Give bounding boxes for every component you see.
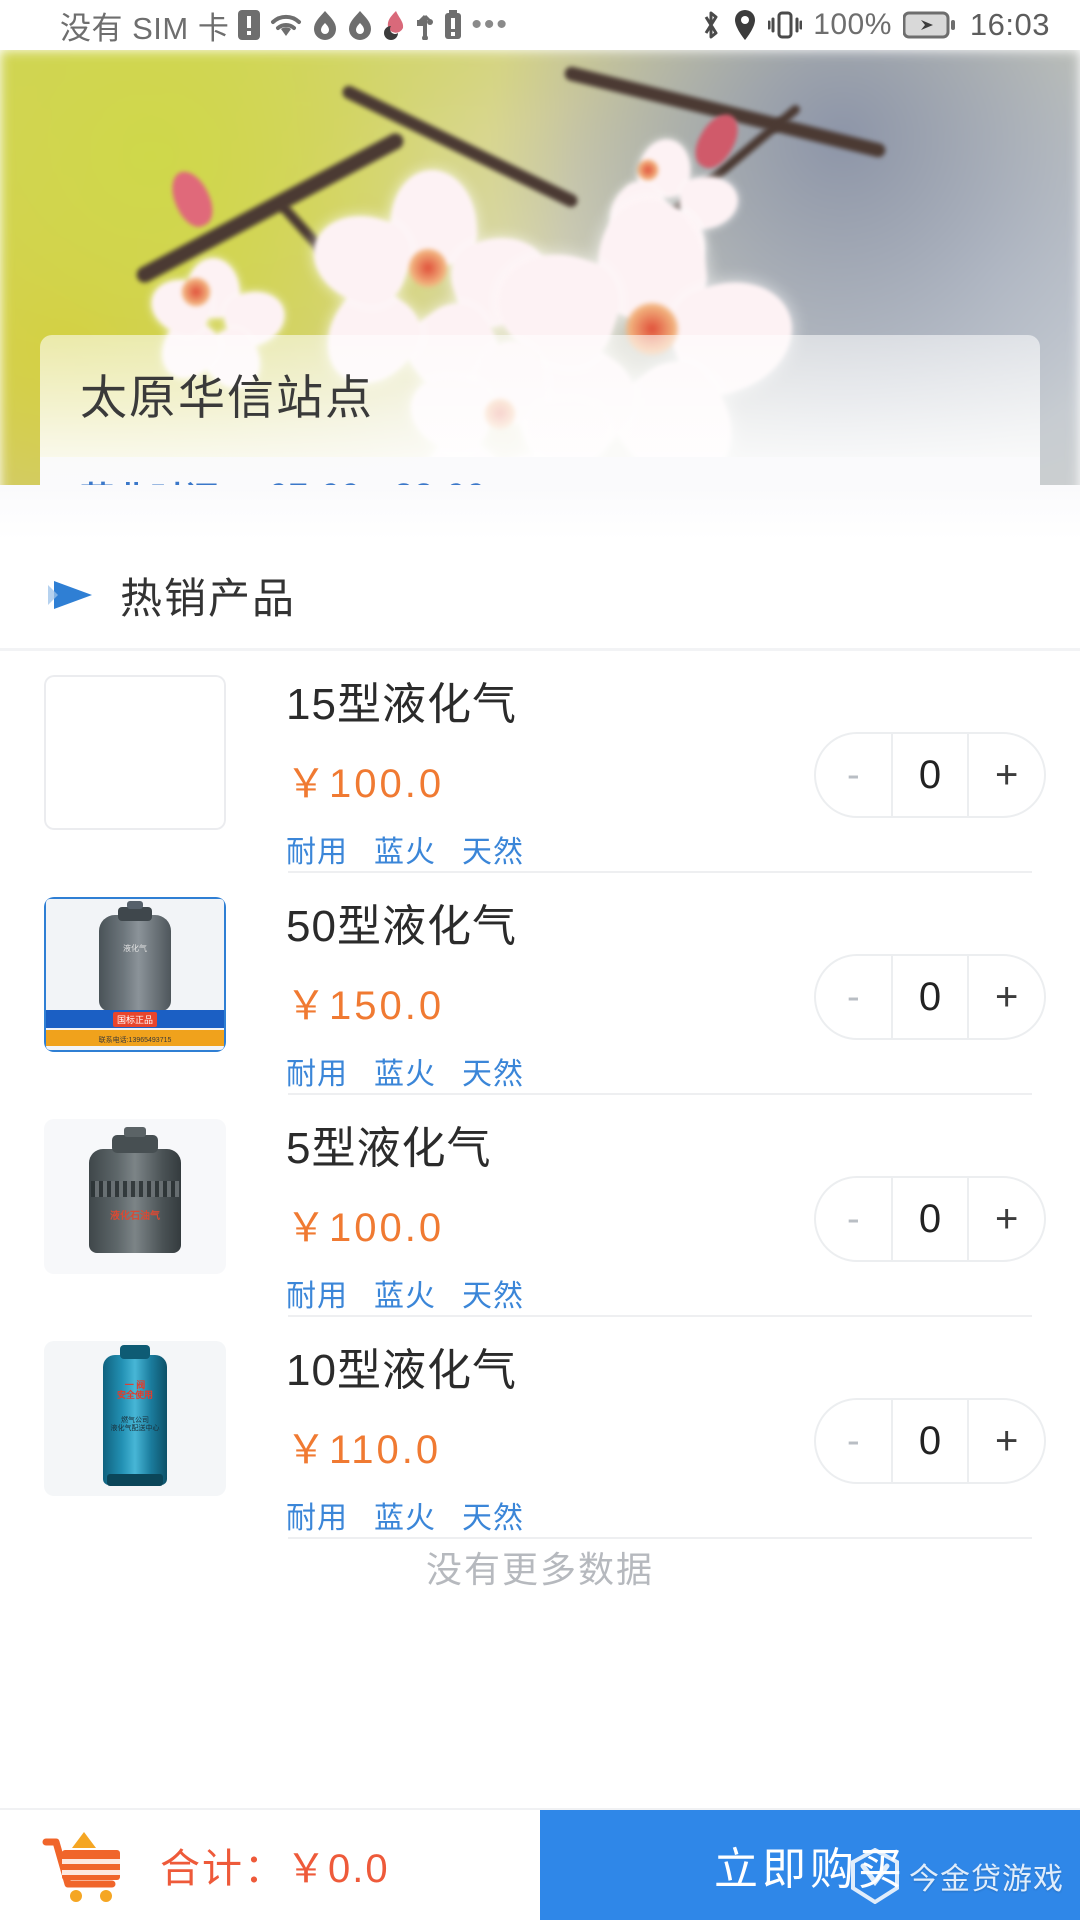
product-tag: 蓝火 [374, 1058, 436, 1092]
status-bar-left: 没有 SIM 卡 ••• [0, 3, 509, 48]
location-icon [733, 9, 757, 41]
table-row[interactable]: 15型液化气 ￥100.0 耐用 蓝火 天然 - 0 + [0, 651, 1080, 873]
section-title: 热销产品 [120, 574, 297, 622]
bluetooth-icon [700, 9, 722, 41]
product-info: 15型液化气 ￥100.0 耐用 蓝火 天然 [226, 675, 790, 871]
row-divider [288, 1537, 1032, 1539]
product-name: 15型液化气 [286, 680, 517, 729]
decrease-quantity-button[interactable]: - [816, 956, 891, 1038]
product-name: 10型液化气 [286, 1346, 517, 1395]
more-dots-icon: ••• [471, 8, 509, 41]
quantity-stepper[interactable]: - 0 + [814, 1398, 1046, 1484]
product-tags: 耐用 蓝火 天然 [286, 1493, 790, 1537]
quantity-value[interactable]: 0 [890, 1400, 970, 1482]
product-info: 50型液化气 ￥150.0 耐用 蓝火 天然 [226, 897, 790, 1093]
product-tags: 耐用 蓝火 天然 [286, 1271, 790, 1315]
battery-alert-icon [444, 10, 462, 40]
quantity-stepper-wrap: - 0 + [790, 897, 1080, 1097]
status-bar: 没有 SIM 卡 ••• 100% 16:03 [0, 0, 1080, 50]
clock-label: 16:03 [969, 7, 1050, 42]
product-thumbnail[interactable]: 液化石油气 [44, 1119, 226, 1274]
gas-tank-image: 液化气 国标正品 联系电话:13965493715 [44, 897, 226, 1052]
product-tags: 耐用 蓝火 天然 [286, 1049, 790, 1093]
quantity-value[interactable]: 0 [890, 734, 970, 816]
increase-quantity-button[interactable]: + [969, 734, 1044, 816]
shopping-cart-icon[interactable] [42, 1826, 126, 1904]
quantity-stepper[interactable]: - 0 + [814, 954, 1046, 1040]
vibrate-icon [768, 10, 803, 40]
watermark-text: 今金贷游戏 [909, 1863, 1064, 1896]
sim-alert-icon [238, 10, 261, 40]
product-tag: 耐用 [286, 1058, 348, 1092]
product-tag: 天然 [462, 836, 524, 870]
battery-charging-icon [902, 11, 955, 39]
hot-products-section-header: 热销产品 [0, 540, 1080, 650]
broken-image-placeholder [44, 675, 226, 830]
carrier-label: 没有 SIM 卡 [60, 10, 230, 46]
quantity-stepper[interactable]: - 0 + [814, 1176, 1046, 1262]
buy-now-button[interactable]: 立即购买 今金贷游戏 [540, 1810, 1080, 1920]
product-price: ￥150.0 [286, 984, 445, 1029]
cart-summary[interactable]: 合计：￥0.0 [0, 1810, 540, 1920]
flame-icon [312, 10, 338, 40]
product-price: ￥100.0 [286, 1206, 445, 1251]
station-name: 太原华信站点 [80, 371, 374, 424]
product-tag: 天然 [462, 1280, 524, 1314]
product-name: 50型液化气 [286, 902, 517, 951]
product-tag: 耐用 [286, 1502, 348, 1536]
play-triangle-icon [48, 575, 98, 615]
product-name: 5型液化气 [286, 1124, 492, 1173]
product-tag: 耐用 [286, 836, 348, 870]
product-tag: 蓝火 [374, 836, 436, 870]
cart-total-label: 合计：￥0.0 [160, 1847, 390, 1891]
increase-quantity-button[interactable]: + [969, 956, 1044, 1038]
product-tag: 天然 [462, 1502, 524, 1536]
usb-icon [415, 10, 435, 40]
table-row[interactable]: 液化气 国标正品 联系电话:13965493715 50型液化气 ￥150.0 … [0, 873, 1080, 1095]
product-list: 15型液化气 ￥100.0 耐用 蓝火 天然 - 0 + 液化气 国标正品 联系… [0, 651, 1080, 1539]
increase-quantity-button[interactable]: + [969, 1178, 1044, 1260]
list-footer-label: 没有更多数据 [425, 1549, 654, 1590]
product-tag: 蓝火 [374, 1280, 436, 1314]
product-price: ￥110.0 [286, 1428, 442, 1473]
product-info: 5型液化气 ￥100.0 耐用 蓝火 天然 [226, 1119, 790, 1315]
table-row[interactable]: 液化石油气 5型液化气 ￥100.0 耐用 蓝火 天然 - 0 + [0, 1095, 1080, 1317]
quantity-value[interactable]: 0 [890, 956, 970, 1038]
product-info: 10型液化气 ￥110.0 耐用 蓝火 天然 [226, 1341, 790, 1537]
product-tag: 耐用 [286, 1280, 348, 1314]
decrease-quantity-button[interactable]: - [816, 1400, 891, 1482]
bottom-action-bar: 合计：￥0.0 立即购买 今金贷游戏 [0, 1808, 1080, 1920]
flame-swirl-icon [382, 10, 406, 40]
banner-fade [0, 485, 1080, 540]
product-tag: 蓝火 [374, 1502, 436, 1536]
table-row[interactable]: 一 阀安全使用 燃气公司 液化气配送中心 10型液化气 ￥110.0 耐用 蓝火 … [0, 1317, 1080, 1539]
gas-tank-image: 液化石油气 [44, 1119, 226, 1274]
product-tag: 天然 [462, 1058, 524, 1092]
product-thumbnail[interactable]: 一 阀安全使用 燃气公司 液化气配送中心 [44, 1341, 226, 1496]
quantity-value[interactable]: 0 [890, 1178, 970, 1260]
product-thumbnail[interactable]: 液化气 国标正品 联系电话:13965493715 [44, 897, 226, 1052]
gas-tank-image: 一 阀安全使用 燃气公司 液化气配送中心 [44, 1341, 226, 1496]
product-price: ￥100.0 [286, 762, 445, 807]
quantity-stepper-wrap: - 0 + [790, 1341, 1080, 1541]
product-thumbnail[interactable] [44, 675, 226, 830]
quantity-stepper[interactable]: - 0 + [814, 732, 1046, 818]
wifi-icon [269, 11, 303, 39]
store-banner: 太原华信站点 营业时间： 07:00 - 22:00 [0, 50, 1080, 535]
quantity-stepper-wrap: - 0 + [790, 675, 1080, 875]
flame-icon [347, 10, 373, 40]
quantity-stepper-wrap: - 0 + [790, 1119, 1080, 1319]
product-tags: 耐用 蓝火 天然 [286, 827, 790, 871]
increase-quantity-button[interactable]: + [969, 1400, 1044, 1482]
decrease-quantity-button[interactable]: - [816, 1178, 891, 1260]
decrease-quantity-button[interactable]: - [816, 734, 891, 816]
battery-percent-label: 100% [813, 8, 892, 41]
status-bar-right: 100% 16:03 [700, 7, 1080, 43]
app-screen: 没有 SIM 卡 ••• 100% 16:03 太原华信站点 热销产品 15型液… [0, 0, 1080, 1920]
buy-now-label: 立即购买 [714, 1845, 906, 1894]
